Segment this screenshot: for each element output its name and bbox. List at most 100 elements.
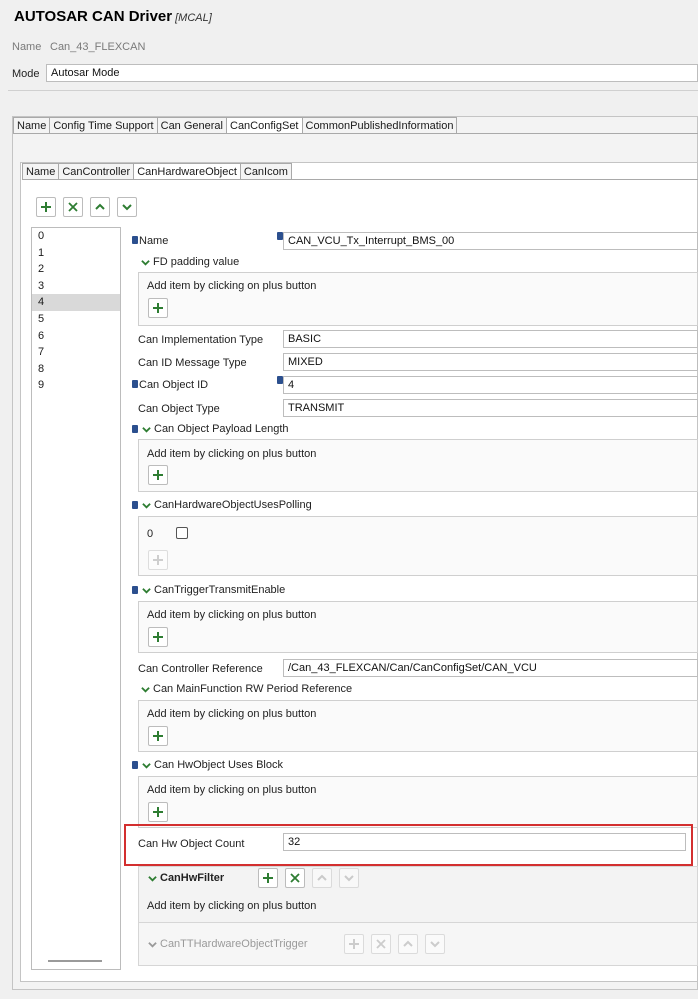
payload-length-add-button[interactable] xyxy=(148,465,168,485)
list-item[interactable]: 8 xyxy=(32,361,120,378)
page-title: AUTOSAR CAN Driver [MCAL] xyxy=(14,8,212,25)
plus-icon xyxy=(153,555,163,565)
tt-trigger-remove-button[interactable] xyxy=(371,934,391,954)
list-item[interactable]: 2 xyxy=(32,261,120,278)
tab-common-published-information[interactable]: CommonPublishedInformation xyxy=(301,117,458,133)
id-msg-type-label: Can ID Message Type xyxy=(138,357,247,369)
tab-can-general[interactable]: Can General xyxy=(156,117,227,133)
move-up-button[interactable] xyxy=(90,197,110,217)
tab-name[interactable]: Name xyxy=(13,117,51,133)
add-hint-text: Add item by clicking on plus button xyxy=(147,609,317,621)
list-item[interactable]: 7 xyxy=(32,344,120,361)
plus-icon xyxy=(153,731,163,741)
name-field[interactable]: CAN_VCU_Tx_Interrupt_BMS_00 xyxy=(283,232,698,250)
info-icon xyxy=(132,236,138,244)
name-form-label: Name xyxy=(132,235,168,247)
object-id-field[interactable]: 4 xyxy=(283,376,698,394)
info-icon xyxy=(132,425,138,433)
list-item[interactable]: 6 xyxy=(32,328,120,345)
chevron-down-icon xyxy=(148,875,157,882)
tt-trigger-down-button[interactable] xyxy=(425,934,445,954)
object-type-field[interactable]: TRANSMIT xyxy=(283,399,698,417)
inner-tab-name[interactable]: Name xyxy=(22,163,60,179)
inner-tab-canhardwareobject[interactable]: CanHardwareObject xyxy=(133,163,241,179)
impl-type-label: Can Implementation Type xyxy=(138,334,264,346)
polling-add-button[interactable] xyxy=(148,550,168,570)
list-scrollbar[interactable] xyxy=(48,960,102,962)
list-toolbar xyxy=(36,197,137,217)
list-item[interactable]: 3 xyxy=(32,278,120,295)
info-icon xyxy=(132,586,138,594)
add-hint-text: Add item by clicking on plus button xyxy=(147,280,317,292)
plus-icon xyxy=(153,303,163,313)
object-list: 0 1 2 3 4 5 6 7 8 9 xyxy=(31,227,121,970)
object-type-label: Can Object Type xyxy=(138,403,220,415)
impl-type-field[interactable]: BASIC xyxy=(283,330,698,348)
tab-canconfigset[interactable]: CanConfigSet xyxy=(226,117,303,133)
chevron-down-icon xyxy=(142,426,151,433)
page-subtitle: [MCAL] xyxy=(175,12,212,24)
uses-block-add-button[interactable] xyxy=(148,802,168,822)
chevron-down-icon xyxy=(142,587,151,594)
close-icon xyxy=(290,873,300,883)
chevron-down-icon xyxy=(344,875,354,882)
close-icon xyxy=(376,939,386,949)
uses-polling-section-header[interactable]: CanHardwareObjectUsesPolling xyxy=(132,499,312,511)
tt-trigger-add-button[interactable] xyxy=(344,934,364,954)
hw-filter-up-button[interactable] xyxy=(312,868,332,888)
plus-icon xyxy=(349,939,359,949)
hw-filter-add-button[interactable] xyxy=(258,868,278,888)
list-item[interactable]: 5 xyxy=(32,311,120,328)
inner-tab-cancontroller[interactable]: CanController xyxy=(58,163,135,179)
move-down-button[interactable] xyxy=(117,197,137,217)
tt-trigger-up-button[interactable] xyxy=(398,934,418,954)
list-item-selected[interactable]: 4 xyxy=(32,294,120,311)
fd-padding-section-header[interactable]: FD padding value xyxy=(141,256,239,268)
tab-config-time-support[interactable]: Config Time Support xyxy=(49,117,158,133)
hw-filter-section-header[interactable]: CanHwFilter xyxy=(148,872,224,884)
mode-label: Mode xyxy=(12,68,40,80)
add-hint-text: Add item by clicking on plus button xyxy=(147,900,317,912)
hw-filter-remove-button[interactable] xyxy=(285,868,305,888)
payload-length-section-header[interactable]: Can Object Payload Length xyxy=(132,423,289,435)
hw-object-count-field[interactable]: 32 xyxy=(283,833,686,851)
payload-length-box xyxy=(138,439,698,492)
chevron-down-icon xyxy=(148,941,157,948)
uses-block-section-header[interactable]: Can HwObject Uses Block xyxy=(132,759,283,771)
top-tabbar: Name Config Time Support Can General Can… xyxy=(13,117,698,134)
polling-index: 0 xyxy=(147,528,154,540)
mode-field[interactable]: Autosar Mode xyxy=(46,64,698,82)
chevron-down-icon xyxy=(430,941,440,948)
list-item[interactable]: 0 xyxy=(32,228,120,245)
list-item[interactable]: 1 xyxy=(32,245,120,262)
uses-polling-box xyxy=(138,516,698,576)
id-msg-type-field[interactable]: MIXED xyxy=(283,353,698,371)
chevron-up-icon xyxy=(95,203,105,210)
remove-button[interactable] xyxy=(63,197,83,217)
chevron-down-icon xyxy=(122,204,132,211)
trigger-transmit-add-button[interactable] xyxy=(148,627,168,647)
polling-checkbox[interactable] xyxy=(176,527,188,539)
chevron-down-icon xyxy=(142,762,151,769)
close-icon xyxy=(68,202,78,212)
inner-tab-canicom[interactable]: CanIcom xyxy=(239,163,292,179)
controller-ref-field[interactable]: /Can_43_FLEXCAN/Can/CanConfigSet/CAN_VCU xyxy=(283,659,698,677)
name-label: Name xyxy=(12,41,42,53)
list-item[interactable]: 9 xyxy=(32,377,120,394)
hw-filter-toolbar xyxy=(258,868,359,888)
info-icon xyxy=(132,761,138,769)
hw-filter-down-button[interactable] xyxy=(339,868,359,888)
controller-ref-label: Can Controller Reference xyxy=(138,663,263,675)
chevron-up-icon xyxy=(317,874,327,881)
app-window: AUTOSAR CAN Driver [MCAL] Name Can_43_FLE… xyxy=(0,0,698,999)
trigger-transmit-section-header[interactable]: CanTriggerTransmitEnable xyxy=(132,584,285,596)
hw-object-count-label: Can Hw Object Count xyxy=(138,838,245,850)
tt-trigger-section-header[interactable]: CanTTHardwareObjectTrigger xyxy=(148,938,308,950)
mainfunction-add-button[interactable] xyxy=(148,726,168,746)
fd-padding-add-button[interactable] xyxy=(148,298,168,318)
info-icon xyxy=(132,380,138,388)
chevron-up-icon xyxy=(403,940,413,947)
add-hint-text: Add item by clicking on plus button xyxy=(147,448,317,460)
mainfunction-section-header[interactable]: Can MainFunction RW Period Reference xyxy=(141,683,352,695)
add-button[interactable] xyxy=(36,197,56,217)
